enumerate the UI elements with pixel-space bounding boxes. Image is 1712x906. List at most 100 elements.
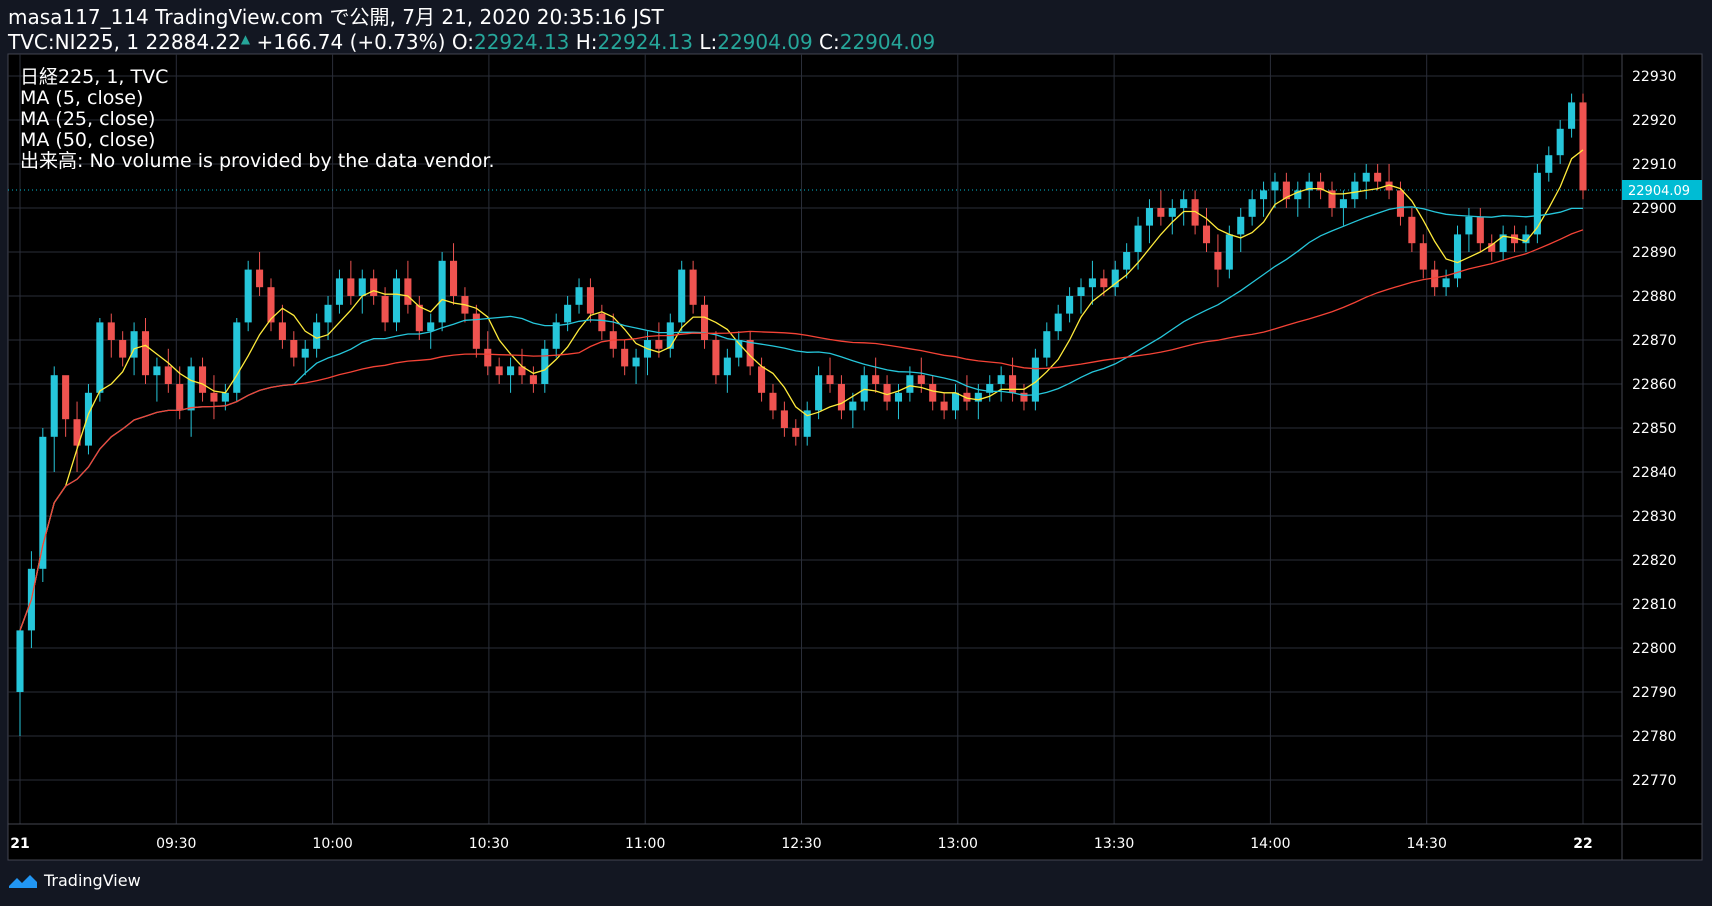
- candle-body: [1419, 243, 1427, 270]
- candle-body: [176, 384, 184, 411]
- candle-body: [278, 322, 286, 340]
- candle-body: [1545, 155, 1553, 173]
- candle-body: [1362, 172, 1370, 182]
- candle-body: [849, 401, 857, 411]
- candle-body: [940, 401, 948, 411]
- candle-body: [1157, 208, 1165, 217]
- candle-body: [689, 269, 697, 305]
- candle-body: [575, 287, 583, 305]
- x-tick-label: 10:30: [469, 836, 509, 852]
- x-tick-label: 10:00: [312, 836, 352, 852]
- legend-title[interactable]: 日経225, 1, TVC: [20, 67, 495, 88]
- candle-body: [1374, 172, 1382, 182]
- candle-body: [678, 269, 686, 323]
- candle-body: [929, 384, 937, 402]
- y-tick-label: 22880: [1632, 289, 1677, 305]
- candle-body: [1248, 199, 1256, 217]
- candle-body: [221, 392, 229, 402]
- candle-body: [50, 375, 58, 437]
- candle-body: [758, 366, 766, 393]
- x-tick-label: 11:00: [625, 836, 665, 852]
- candle-body: [1225, 234, 1233, 270]
- candle-body: [347, 278, 355, 296]
- y-tick-label: 22820: [1632, 553, 1677, 569]
- tradingview-logo-icon: [9, 874, 37, 888]
- y-tick-label: 22890: [1632, 245, 1677, 261]
- candle-body: [244, 269, 252, 323]
- y-tick-label: 22870: [1632, 333, 1677, 349]
- candle-body: [894, 392, 903, 402]
- candle-body: [301, 348, 309, 358]
- candle-body: [723, 357, 731, 376]
- candle-body: [1043, 331, 1051, 358]
- candle-body: [712, 340, 720, 376]
- candle-body: [1100, 278, 1108, 288]
- candle-body: [1351, 181, 1359, 200]
- candle-body: [256, 269, 264, 288]
- candle-body: [1237, 216, 1245, 235]
- candle-body: [1214, 252, 1222, 270]
- candle-body: [815, 375, 823, 411]
- candle-body: [906, 375, 914, 393]
- chart-root: masa117_114 TradingView.com で公開, 7月 21, …: [0, 0, 1712, 906]
- candle-body: [1066, 296, 1074, 314]
- candle-body: [119, 340, 127, 358]
- candle-body: [1077, 287, 1085, 296]
- chart-legend: 日経225, 1, TVC MA (5, close) MA (25, clos…: [20, 67, 495, 172]
- candle-body: [837, 384, 845, 411]
- candle-body: [39, 436, 47, 569]
- candle-body: [16, 630, 24, 692]
- candle-body: [1442, 278, 1450, 288]
- candle-body: [1168, 208, 1176, 217]
- y-tick-label: 22930: [1632, 69, 1677, 85]
- candle-body: [780, 410, 788, 428]
- candle-body: [392, 278, 401, 323]
- candle-body: [872, 375, 880, 384]
- x-tick-label: 14:00: [1250, 836, 1290, 852]
- candle-body: [1465, 216, 1473, 235]
- candle-body: [1123, 252, 1131, 270]
- candle-body: [84, 392, 92, 446]
- candle-body: [1088, 278, 1096, 288]
- legend-volume[interactable]: 出来高: No volume is provided by the data v…: [20, 151, 495, 172]
- candle-body: [1533, 172, 1541, 235]
- candle-body: [1202, 225, 1211, 244]
- candle-body: [153, 366, 161, 376]
- y-tick-label: 22810: [1632, 597, 1677, 613]
- candle-body: [290, 340, 298, 358]
- legend-ma25[interactable]: MA (25, close): [20, 109, 495, 130]
- y-tick-label: 22920: [1632, 113, 1677, 129]
- candle-body: [1054, 313, 1062, 332]
- candle-body: [164, 366, 172, 384]
- x-tick-label: 21: [10, 836, 29, 852]
- y-tick-label: 22800: [1632, 641, 1677, 657]
- candle-body: [917, 375, 925, 384]
- candle-body: [997, 375, 1005, 384]
- candle-body: [860, 375, 868, 402]
- candle-body: [529, 375, 537, 384]
- brand-label: TradingView: [44, 871, 141, 890]
- x-tick-label: 12:30: [781, 836, 821, 852]
- x-tick-label: 13:00: [938, 836, 978, 852]
- candle-body: [541, 348, 549, 384]
- brand[interactable]: TradingView: [8, 871, 141, 890]
- legend-ma5[interactable]: MA (5, close): [20, 88, 495, 109]
- candle-body: [1339, 199, 1347, 208]
- y-tick-label: 22790: [1632, 685, 1677, 701]
- candle-body: [324, 304, 332, 323]
- candle-body: [1111, 269, 1119, 288]
- candle-body: [495, 366, 503, 376]
- candle-body: [621, 348, 629, 367]
- candle-body: [769, 392, 777, 411]
- candle-body: [427, 322, 435, 332]
- candle-body: [199, 366, 207, 393]
- candle-body: [700, 304, 709, 340]
- candle-body: [335, 278, 343, 305]
- legend-ma50[interactable]: MA (50, close): [20, 130, 495, 151]
- candle-body: [62, 375, 70, 420]
- y-tick-label: 22780: [1632, 729, 1677, 745]
- y-tick-label: 22830: [1632, 509, 1677, 525]
- candle-body: [370, 278, 378, 296]
- candle-body: [792, 428, 800, 437]
- candle-body: [1134, 225, 1142, 252]
